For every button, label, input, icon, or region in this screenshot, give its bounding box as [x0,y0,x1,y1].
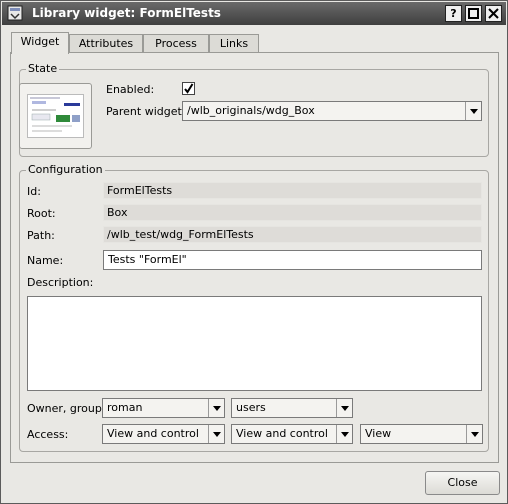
path-field: /wlb_test/wdg_FormElTests [103,226,482,243]
window-title: Library widget: FormElTests [32,6,221,20]
name-label: Name: [27,254,64,267]
tab-widget[interactable]: Widget [11,32,69,54]
help-button[interactable]: ? [445,5,462,22]
access-other-select[interactable]: View [360,424,483,444]
tab-process[interactable]: Process [143,34,209,53]
path-label: Path: [27,229,55,242]
maximize-icon [468,8,479,19]
description-textarea[interactable] [27,296,482,391]
group-select[interactable]: users [231,398,353,418]
tab-links[interactable]: Links [209,34,259,53]
title-bar[interactable]: Library widget: FormElTests ? [2,2,506,25]
state-group-title: State [26,62,60,75]
access-group-value: View and control [236,427,328,440]
owner-group-label: Owner, group: [27,402,106,415]
library-widget-window: Library widget: FormElTests ? Widget Att… [0,0,508,504]
widget-app-icon [7,5,23,21]
checkmark-icon [184,83,194,94]
chevron-down-icon [336,425,352,443]
chevron-down-icon [208,425,224,443]
owner-select[interactable]: roman [102,398,225,418]
access-owner-select[interactable]: View and control [102,424,225,444]
widget-preview-image[interactable] [19,83,92,149]
parent-widget-select[interactable]: /wlb_originals/wdg_Box [182,101,482,121]
parent-widget-value: /wlb_originals/wdg_Box [187,104,315,117]
access-label: Access: [27,428,69,441]
access-other-value: View [365,427,392,440]
maximize-button[interactable] [465,5,482,22]
parent-widget-label: Parent widget: [106,105,186,118]
access-owner-value: View and control [107,427,199,440]
id-field: FormElTests [103,182,482,199]
root-label: Root: [27,207,56,220]
widget-preview-canvas [27,94,84,138]
id-label: Id: [27,185,41,198]
name-input[interactable]: Tests "FormEl" [103,250,482,270]
enabled-label: Enabled: [106,83,155,96]
enabled-checkbox[interactable] [182,82,195,95]
chevron-down-icon [466,425,482,443]
owner-value: roman [107,401,143,414]
tab-attributes[interactable]: Attributes [69,34,143,53]
close-icon [488,8,499,19]
close-button[interactable]: Close [425,471,500,495]
chevron-down-icon [465,102,481,120]
access-group-select[interactable]: View and control [231,424,353,444]
configuration-group-title: Configuration [26,163,105,176]
description-label: Description: [27,276,94,289]
chevron-down-icon [208,399,224,417]
chevron-down-icon [336,399,352,417]
close-window-button[interactable] [485,5,502,22]
root-field: Box [103,204,482,221]
group-value: users [236,401,266,414]
